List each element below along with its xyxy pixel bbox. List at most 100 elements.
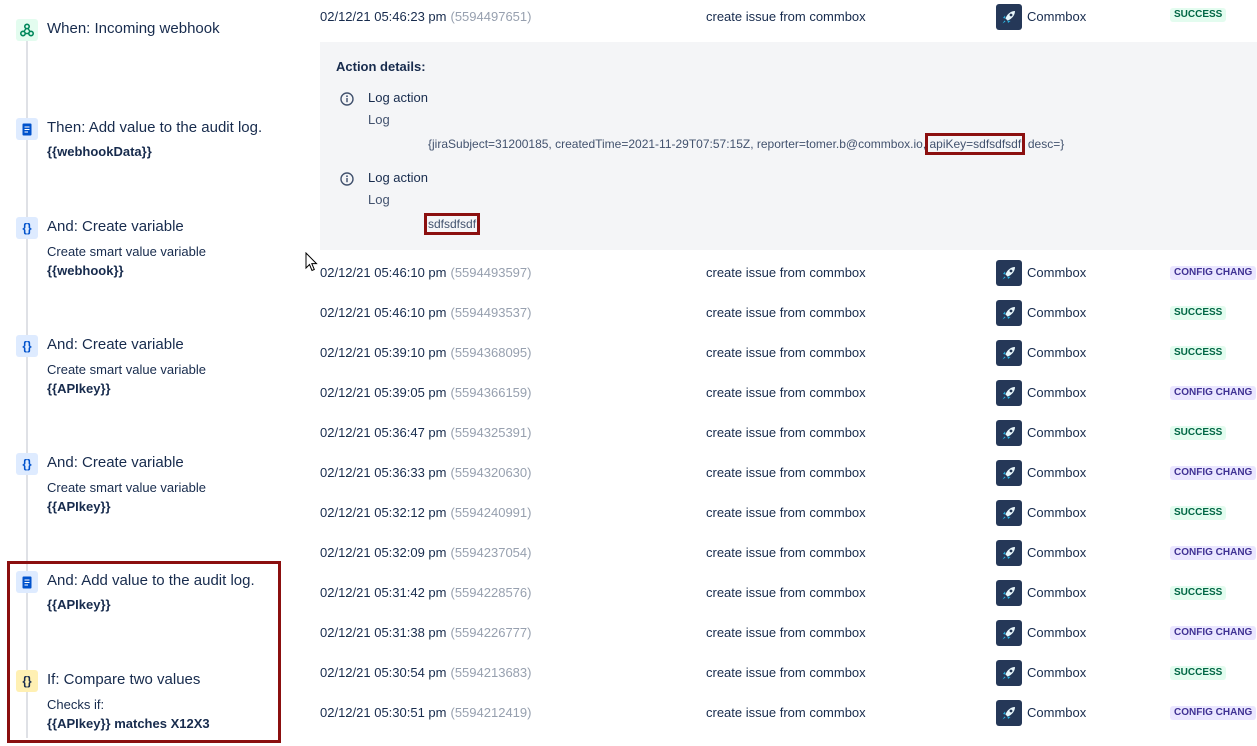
highlight-box	[7, 561, 281, 743]
log-actor: Commbox	[1027, 385, 1087, 400]
mouse-cursor-icon	[305, 252, 318, 272]
audit-log-row[interactable]: 02/12/21 05:36:33 pm (5594320630) create i…	[300, 454, 1257, 494]
audit-log-row[interactable]: 02/12/21 05:39:10 pm (5594368095) create i…	[300, 334, 1257, 374]
log-action-title: Log action	[368, 170, 428, 185]
step-value: {{APIkey}}	[47, 381, 111, 396]
log-rule-name[interactable]: create issue from commbox	[706, 585, 866, 600]
info-icon	[340, 172, 354, 186]
log-actor: Commbox	[1027, 505, 1087, 520]
highlighted-api-key: apiKey=sdfsdfsdf	[925, 133, 1026, 155]
commbox-logo-icon	[996, 460, 1022, 486]
audit-log-row[interactable]: 02/12/21 05:32:12 pm (5594240991) create i…	[300, 494, 1257, 534]
log-action-title: Log action	[368, 90, 428, 105]
log-actor: Commbox	[1027, 345, 1087, 360]
log-actor: Commbox	[1027, 665, 1087, 680]
log-action-type: Log	[368, 192, 390, 207]
log-action-type: Log	[368, 112, 390, 127]
log-actor: Commbox	[1027, 425, 1087, 440]
log-actor: Commbox	[1027, 705, 1087, 720]
log-id: (5594240991)	[450, 505, 532, 520]
log-rule-name[interactable]: create issue from commbox	[706, 9, 866, 24]
log-id: (5594325391)	[450, 425, 532, 440]
log-id: (5594237054)	[450, 545, 532, 560]
action-details-panel: Action details: Log action Log {jiraSubj…	[320, 42, 1257, 250]
log-rule-name[interactable]: create issue from commbox	[706, 505, 866, 520]
commbox-logo-icon	[996, 620, 1022, 646]
audit-log-row[interactable]: 02/12/21 05:36:47 pm (5594325391) create i…	[300, 414, 1257, 454]
commbox-logo-icon	[996, 340, 1022, 366]
commbox-logo-icon	[996, 660, 1022, 686]
log-actor: Commbox	[1027, 305, 1087, 320]
audit-log-row-expanded[interactable]: 02/12/21 05:46:23 pm (5594497651) create …	[300, 0, 1257, 38]
log-date: 02/12/21 05:32:12 pm (5594240991)	[320, 505, 532, 520]
commbox-logo-icon	[996, 580, 1022, 606]
log-rule-name[interactable]: create issue from commbox	[706, 625, 866, 640]
audit-log-row[interactable]: 02/12/21 05:31:38 pm (5594226777) create i…	[300, 614, 1257, 654]
log-id: (5594213683)	[450, 665, 532, 680]
step-value: {{webhook}}	[47, 263, 124, 278]
info-icon	[340, 92, 354, 106]
commbox-logo-icon	[996, 540, 1022, 566]
commbox-logo-icon	[996, 300, 1022, 326]
audit-log-row[interactable]: 02/12/21 05:46:10 pm (5594493597) create i…	[300, 254, 1257, 294]
log-id: (5594228576)	[450, 585, 532, 600]
status-badge: SUCCESS	[1170, 586, 1227, 600]
status-badge: SUCCESS	[1170, 8, 1227, 22]
log-id: (5594226777)	[450, 625, 532, 640]
audit-log-row[interactable]: 02/12/21 05:46:10 pm (5594493537) create i…	[300, 294, 1257, 334]
status-badge: CONFIG CHANG	[1170, 546, 1257, 560]
log-actor: Commbox	[1027, 265, 1087, 280]
log-rule-name[interactable]: create issue from commbox	[706, 545, 866, 560]
audit-log-row[interactable]: 02/12/21 05:39:05 pm (5594366159) create i…	[300, 374, 1257, 414]
step-subtitle: Create smart value variable	[47, 244, 206, 259]
audit-log-row[interactable]: 02/12/21 05:30:54 pm (5594213683) create i…	[300, 654, 1257, 694]
log-id: (5594493537)	[450, 305, 532, 320]
log-rule-name[interactable]: create issue from commbox	[706, 705, 866, 720]
log-id: (5594368095)	[450, 345, 532, 360]
log-rule-name[interactable]: create issue from commbox	[706, 665, 866, 680]
log-rule-name[interactable]: create issue from commbox	[706, 425, 866, 440]
log-rule-name[interactable]: create issue from commbox	[706, 345, 866, 360]
audit-log-icon	[16, 118, 38, 140]
log-date: 02/12/21 05:46:23 pm (5594497651)	[320, 9, 532, 24]
variable-icon: {}	[16, 453, 38, 475]
status-badge: SUCCESS	[1170, 666, 1227, 680]
log-rule-name[interactable]: create issue from commbox	[706, 465, 866, 480]
log-actor: Commbox	[1027, 545, 1087, 560]
commbox-logo-icon	[996, 260, 1022, 286]
commbox-logo-icon	[996, 380, 1022, 406]
log-rule-name[interactable]: create issue from commbox	[706, 265, 866, 280]
log-rule-name[interactable]: create issue from commbox	[706, 305, 866, 320]
step-title: Then: Add value to the audit log.	[47, 119, 263, 136]
commbox-logo-icon	[996, 700, 1022, 726]
audit-log-row[interactable]: 02/12/21 05:31:42 pm (5594228576) create i…	[300, 574, 1257, 614]
status-badge: CONFIG CHANG	[1170, 626, 1257, 640]
step-title: And: Create variable	[47, 454, 184, 471]
log-rule-name[interactable]: create issue from commbox	[706, 385, 866, 400]
webhook-icon	[16, 19, 38, 41]
commbox-logo-icon	[996, 500, 1022, 526]
log-date: 02/12/21 05:36:33 pm (5594320630)	[320, 465, 532, 480]
log-date: 02/12/21 05:36:47 pm (5594325391)	[320, 425, 532, 440]
status-badge: SUCCESS	[1170, 306, 1227, 320]
commbox-logo-icon	[996, 420, 1022, 446]
audit-log-row[interactable]: 02/12/21 05:30:51 pm (5594212419) create i…	[300, 694, 1257, 734]
log-date: 02/12/21 05:46:10 pm (5594493537)	[320, 305, 532, 320]
log-message: sdfsdfsdf	[423, 213, 481, 235]
log-date: 02/12/21 05:46:10 pm (5594493597)	[320, 265, 532, 280]
commbox-logo-icon	[996, 4, 1022, 30]
log-date: 02/12/21 05:30:51 pm (5594212419)	[320, 705, 532, 720]
log-actor: Commbox	[1027, 465, 1087, 480]
step-value: {{APIkey}}	[47, 499, 111, 514]
status-badge: CONFIG CHANG	[1170, 266, 1257, 280]
log-actor: Commbox	[1027, 585, 1087, 600]
highlighted-api-key-value: sdfsdfsdf	[423, 213, 481, 235]
status-badge: CONFIG CHANG	[1170, 466, 1257, 480]
log-date: 02/12/21 05:39:10 pm (5594368095)	[320, 345, 532, 360]
audit-log-row[interactable]: 02/12/21 05:32:09 pm (5594237054) create i…	[300, 534, 1257, 574]
log-actor: Commbox	[1027, 625, 1087, 640]
variable-icon: {}	[16, 217, 38, 239]
log-date: 02/12/21 05:31:38 pm (5594226777)	[320, 625, 532, 640]
log-id: (5594493597)	[450, 265, 532, 280]
rule-component-list: When: Incoming webhook Then: Add value t…	[0, 0, 300, 746]
